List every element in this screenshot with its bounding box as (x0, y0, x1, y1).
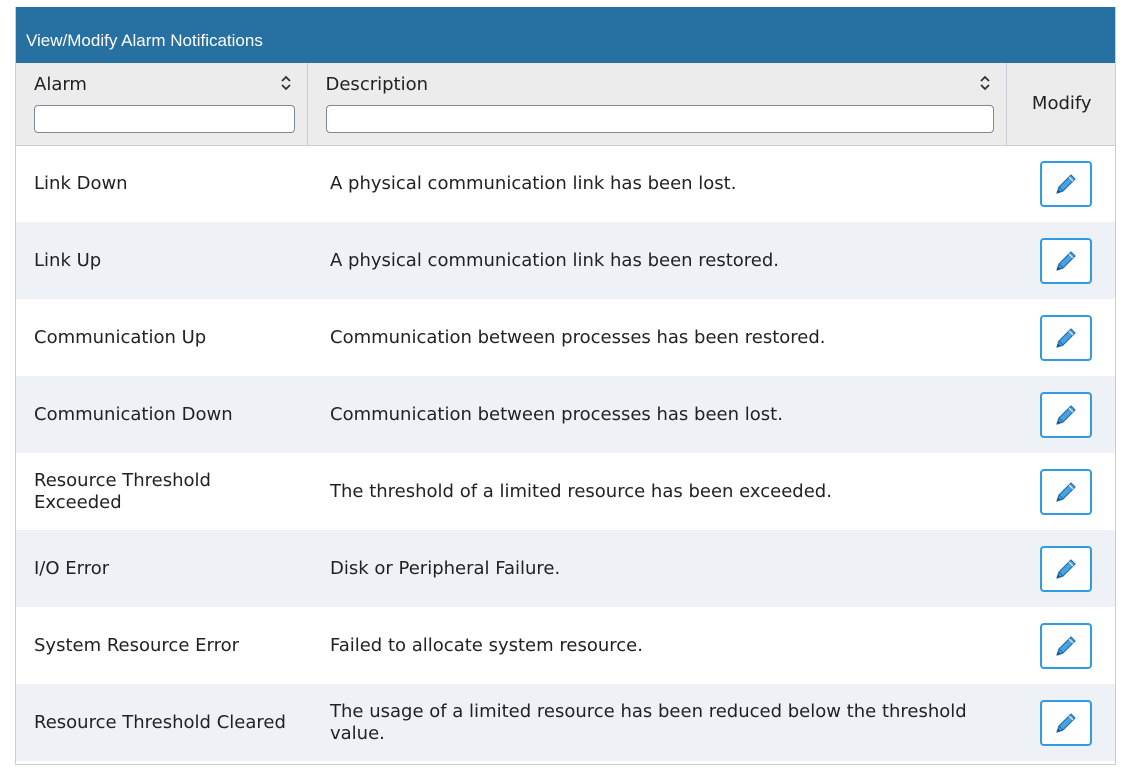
alarm-description-cell: A physical communication link has been l… (307, 145, 1006, 222)
alarm-table-body: Link Down A physical communication link … (16, 145, 1115, 761)
table-row: Link Up A physical communication link ha… (16, 222, 1115, 299)
pencil-icon (1055, 712, 1076, 733)
description-filter-input[interactable] (325, 105, 994, 133)
modify-cell (1006, 222, 1115, 299)
alarm-description-cell: Failed to allocate system resource. (307, 607, 1006, 684)
panel-title: View/Modify Alarm Notifications (26, 31, 263, 50)
alarm-table: Alarm Description Modify Link Down A phy… (16, 63, 1115, 761)
edit-alarm-button[interactable] (1039, 391, 1092, 438)
modify-cell (1006, 145, 1115, 222)
table-header-row: Alarm Description Modify (16, 63, 1115, 146)
pencil-icon (1055, 404, 1076, 425)
edit-alarm-button[interactable] (1039, 237, 1092, 284)
alarm-description-cell: A physical communication link has been r… (307, 222, 1006, 299)
table-row: Resource Threshold Cleared The usage of … (16, 684, 1115, 761)
modify-column-header: Modify (1006, 63, 1115, 146)
alarm-description-cell: Communication between processes has been… (307, 299, 1006, 376)
alarm-description-cell: Disk or Peripheral Failure. (307, 530, 1006, 607)
alarm-name-cell: System Resource Error (16, 607, 307, 684)
alarm-filter-input[interactable] (34, 105, 295, 133)
alarm-name-cell: Resource Threshold Exceeded (16, 453, 307, 530)
alarm-name-cell: Communication Up (16, 299, 307, 376)
edit-alarm-button[interactable] (1039, 545, 1092, 592)
modify-cell (1006, 299, 1115, 376)
description-column-label: Description (325, 74, 429, 95)
alarm-description-cell: Communication between processes has been… (307, 376, 1006, 453)
alarm-name-cell: I/O Error (16, 530, 307, 607)
alarm-description-cell: The threshold of a limited resource has … (307, 453, 1006, 530)
modify-cell (1006, 530, 1115, 607)
modify-cell (1006, 684, 1115, 761)
table-row: Communication Up Communication between p… (16, 299, 1115, 376)
pencil-icon (1055, 481, 1076, 502)
alarm-name-cell: Link Down (16, 145, 307, 222)
alarm-notifications-panel: View/Modify Alarm Notifications Alarm De… (15, 7, 1116, 765)
sort-icon[interactable] (978, 73, 992, 93)
sort-icon[interactable] (279, 73, 293, 93)
pencil-icon (1055, 327, 1076, 348)
description-column-header[interactable]: Description (307, 63, 1007, 146)
modify-cell (1006, 607, 1115, 684)
alarm-column-header[interactable]: Alarm (16, 63, 308, 146)
pencil-icon (1055, 250, 1076, 271)
table-row: I/O Error Disk or Peripheral Failure. (16, 530, 1115, 607)
modify-cell (1006, 376, 1115, 453)
table-row: Link Down A physical communication link … (16, 145, 1115, 222)
edit-alarm-button[interactable] (1039, 314, 1092, 361)
alarm-column-label: Alarm (34, 74, 87, 95)
table-row: Resource Threshold Exceeded The threshol… (16, 453, 1115, 530)
panel-title-bar: View/Modify Alarm Notifications (16, 7, 1115, 63)
alarm-name-cell: Communication Down (16, 376, 307, 453)
table-row: Communication Down Communication between… (16, 376, 1115, 453)
edit-alarm-button[interactable] (1039, 160, 1092, 207)
edit-alarm-button[interactable] (1039, 468, 1092, 515)
modify-cell (1006, 453, 1115, 530)
edit-alarm-button[interactable] (1039, 699, 1092, 746)
modify-column-label: Modify (1031, 93, 1092, 115)
pencil-icon (1055, 635, 1076, 656)
pencil-icon (1055, 558, 1076, 579)
alarm-description-cell: The usage of a limited resource has been… (307, 684, 1006, 761)
edit-alarm-button[interactable] (1039, 622, 1092, 669)
alarm-name-cell: Link Up (16, 222, 307, 299)
alarm-name-cell: Resource Threshold Cleared (16, 684, 307, 761)
pencil-icon (1055, 174, 1076, 194)
table-row: System Resource Error Failed to allocate… (16, 607, 1115, 684)
